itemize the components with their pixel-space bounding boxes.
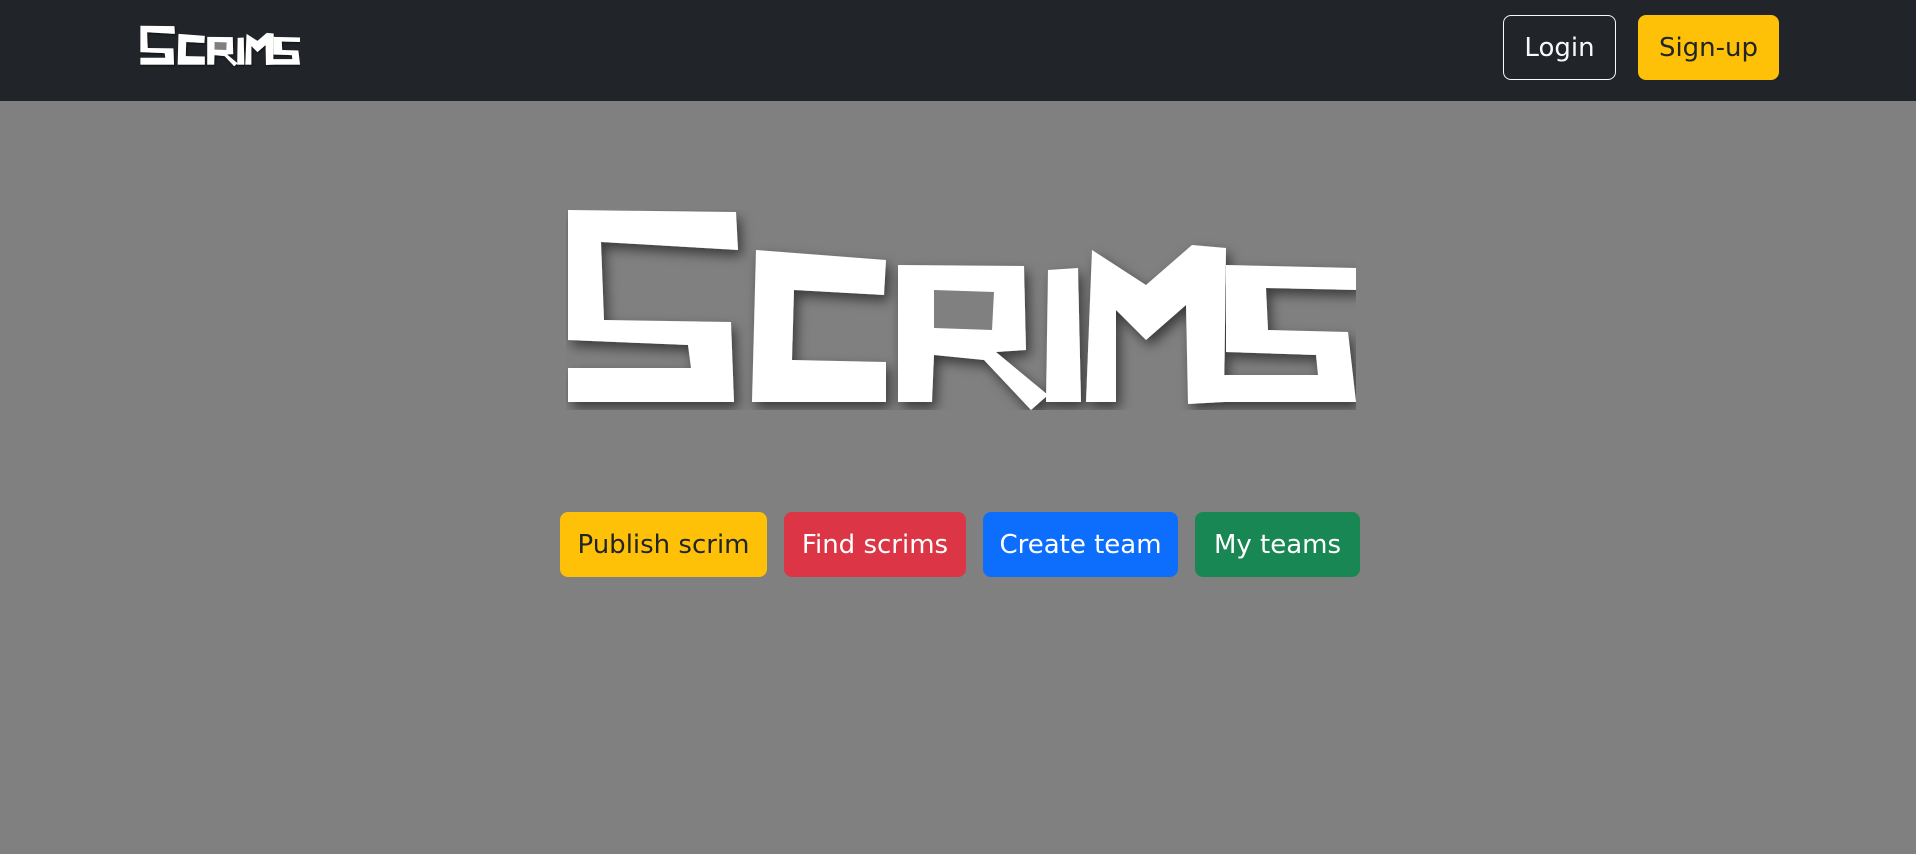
hero-logo xyxy=(568,210,1356,410)
login-button[interactable]: Login xyxy=(1503,15,1616,80)
nav-logo[interactable] xyxy=(140,22,300,70)
publish-scrim-button[interactable]: Publish scrim xyxy=(560,512,767,577)
signup-button[interactable]: Sign-up xyxy=(1638,15,1779,80)
create-team-button[interactable]: Create team xyxy=(983,512,1178,577)
navbar: Login Sign-up xyxy=(0,0,1916,101)
my-teams-button[interactable]: My teams xyxy=(1195,512,1360,577)
find-scrims-button[interactable]: Find scrims xyxy=(784,512,966,577)
